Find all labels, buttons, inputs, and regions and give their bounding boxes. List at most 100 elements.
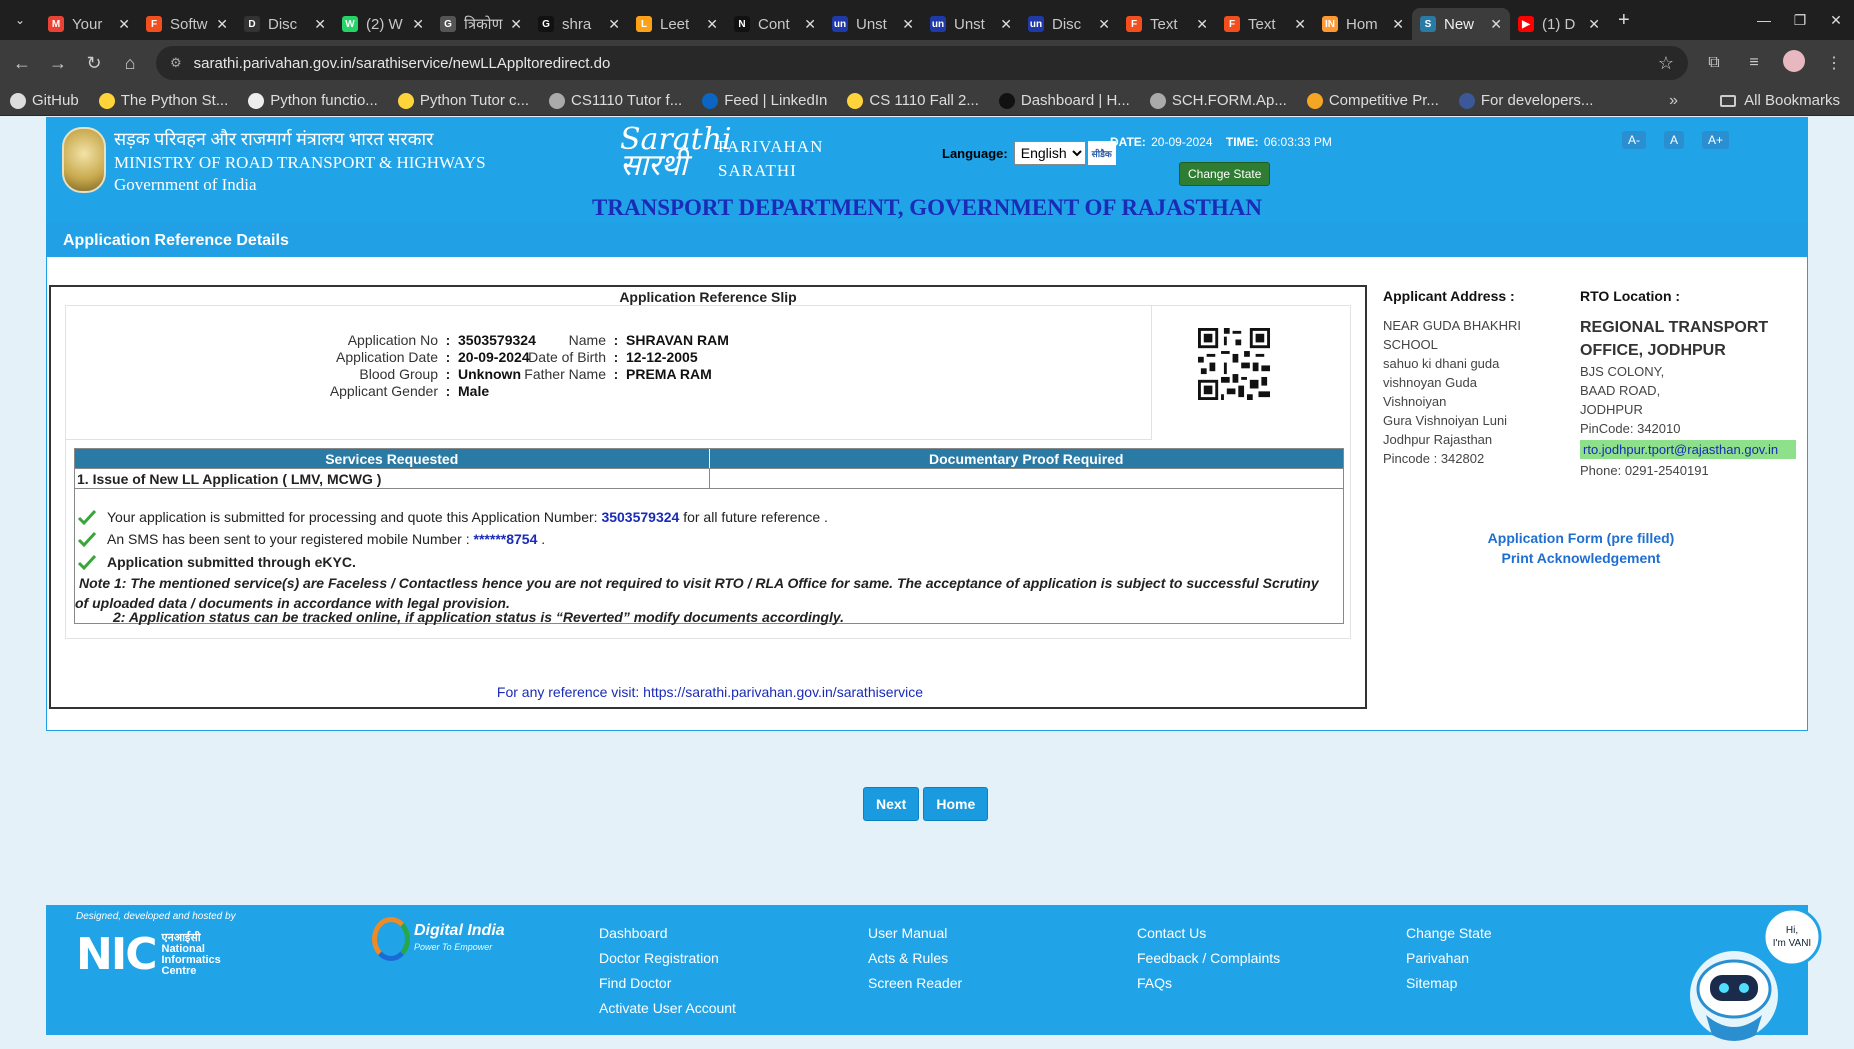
tab-close-icon[interactable]: ✕ <box>706 16 718 33</box>
bookmark-item[interactable]: Python functio... <box>248 92 378 109</box>
browser-tab[interactable]: un Disc ✕ <box>1020 8 1118 40</box>
bookmark-item[interactable]: CS 1110 Fall 2... <box>847 92 979 109</box>
minimize-icon[interactable]: — <box>1746 12 1782 28</box>
rto-email[interactable]: rto.jodhpur.tport@rajasthan.gov.in <box>1580 440 1796 459</box>
menu-icon[interactable]: ⋮ <box>1814 53 1854 73</box>
vani-chatbot-icon[interactable]: Hi, I'm VANI <box>1686 907 1836 1049</box>
bookmark-item[interactable]: Feed | LinkedIn <box>702 92 827 109</box>
browser-tab[interactable]: F Text ✕ <box>1216 8 1314 40</box>
language-select[interactable]: English <box>1013 141 1086 165</box>
tab-close-icon[interactable]: ✕ <box>902 16 914 33</box>
tab-close-icon[interactable]: ✕ <box>1294 16 1306 33</box>
tab-close-icon[interactable]: ✕ <box>1000 16 1012 33</box>
next-button[interactable]: Next <box>863 787 920 821</box>
footer-link[interactable]: User Manual <box>868 921 962 946</box>
restore-icon[interactable]: ❐ <box>1782 12 1818 29</box>
tab-close-icon[interactable]: ✕ <box>1392 16 1404 33</box>
browser-tab[interactable]: S New ✕ <box>1412 8 1510 40</box>
reference-link-text[interactable]: For any reference visit: https://sarathi… <box>51 684 1369 700</box>
browser-tab[interactable]: N Cont ✕ <box>726 8 824 40</box>
browser-tab[interactable]: G त्रिकोण ✕ <box>432 8 530 40</box>
bookmark-item[interactable]: Dashboard | H... <box>998 92 1130 109</box>
footer-link[interactable]: Sitemap <box>1406 971 1492 996</box>
site-info-icon[interactable]: ⚙ <box>170 55 182 71</box>
footer-link[interactable]: Doctor Registration <box>599 946 736 971</box>
bookmark-item[interactable]: Python Tutor c... <box>397 92 529 109</box>
footer-link[interactable]: Feedback / Complaints <box>1137 946 1280 971</box>
browser-tab[interactable]: D Disc ✕ <box>236 8 334 40</box>
browser-tab[interactable]: L Leet ✕ <box>628 8 726 40</box>
print-acknowledgement-link[interactable]: Print Acknowledgement <box>1381 548 1781 568</box>
close-window-icon[interactable]: ✕ <box>1818 12 1854 29</box>
browser-tab[interactable]: W (2) W ✕ <box>334 8 432 40</box>
browser-tab[interactable]: IN Hom ✕ <box>1314 8 1412 40</box>
qr-code <box>1198 328 1270 400</box>
rto-office-name: OFFICE, JODHPUR <box>1580 342 1726 359</box>
tab-favicon-icon: G <box>440 16 456 32</box>
bookmark-item[interactable]: GitHub <box>10 92 79 109</box>
new-tab-button[interactable]: + <box>1618 9 1630 32</box>
bookmark-favicon-icon <box>1149 92 1166 109</box>
tab-close-icon[interactable]: ✕ <box>412 16 424 33</box>
tab-close-icon[interactable]: ✕ <box>1196 16 1208 33</box>
tab-favicon-icon: F <box>1224 16 1240 32</box>
reload-icon[interactable]: ↻ <box>76 53 112 74</box>
forward-icon[interactable]: → <box>40 53 76 74</box>
profile-avatar[interactable] <box>1774 49 1814 77</box>
bookmark-item[interactable]: CS1110 Tutor f... <box>549 92 682 109</box>
national-emblem-icon <box>62 127 106 193</box>
back-icon[interactable]: ← <box>4 53 40 74</box>
browser-tab[interactable]: F Text ✕ <box>1118 8 1216 40</box>
media-icon[interactable]: ≡ <box>1734 54 1774 72</box>
browser-tab[interactable]: F Softw ✕ <box>138 8 236 40</box>
tab-search-button[interactable]: ⌄ <box>0 0 40 40</box>
font-normal-button[interactable]: A <box>1664 131 1685 149</box>
bookmark-item[interactable]: SCH.FORM.Ap... <box>1149 92 1287 109</box>
application-form-link[interactable]: Application Form (pre filled) <box>1381 528 1781 548</box>
tab-close-icon[interactable]: ✕ <box>118 16 130 33</box>
applicant-address: Applicant Address : NEAR GUDA BHAKHRI SCH… <box>1383 288 1543 468</box>
bookmarks-overflow-icon[interactable]: » <box>1669 92 1678 110</box>
tab-close-icon[interactable]: ✕ <box>1490 16 1502 33</box>
web-page: सड़क परिवहन और राजमार्ग मंत्रालय भारत सर… <box>0 117 1854 1048</box>
footer-link[interactable]: Dashboard <box>599 921 736 946</box>
tab-close-icon[interactable]: ✕ <box>1588 16 1600 33</box>
tab-close-icon[interactable]: ✕ <box>510 16 522 33</box>
address-bar[interactable]: ⚙ sarathi.parivahan.gov.in/sarathiservic… <box>156 46 1688 80</box>
footer-link[interactable]: Acts & Rules <box>868 946 962 971</box>
browser-tab[interactable]: Gshra ✕ <box>530 8 628 40</box>
bookmark-item[interactable]: The Python St... <box>98 92 228 109</box>
browser-tab[interactable]: un Unst ✕ <box>922 8 1020 40</box>
browser-tab[interactable]: M Your ✕ <box>40 8 138 40</box>
tab-title: Unst <box>954 15 985 33</box>
extensions-icon[interactable]: ⧉ <box>1694 54 1734 72</box>
footer-link[interactable]: Screen Reader <box>868 971 962 996</box>
footer-link[interactable]: Activate User Account <box>599 996 736 1021</box>
footer-link[interactable]: Find Doctor <box>599 971 736 996</box>
home-button[interactable]: Home <box>923 787 989 821</box>
footer-link[interactable]: Contact Us <box>1137 921 1280 946</box>
bookmark-item[interactable]: Competitive Pr... <box>1306 92 1439 109</box>
font-increase-button[interactable]: A+ <box>1702 131 1730 149</box>
browser-tab[interactable]: un Unst ✕ <box>824 8 922 40</box>
footer-link[interactable]: Parivahan <box>1406 946 1492 971</box>
all-bookmarks-button[interactable]: All Bookmarks <box>1720 92 1840 109</box>
colon: : <box>445 349 451 365</box>
tab-close-icon[interactable]: ✕ <box>804 16 816 33</box>
digital-india-text: Digital India Power To Empower <box>414 923 505 955</box>
font-decrease-button[interactable]: A- <box>1622 131 1646 149</box>
application-no-row: Application No : 3503579324 <box>326 332 536 348</box>
tab-close-icon[interactable]: ✕ <box>314 16 326 33</box>
tab-close-icon[interactable]: ✕ <box>1098 16 1110 33</box>
tab-close-icon[interactable]: ✕ <box>216 16 228 33</box>
footer-link[interactable]: FAQs <box>1137 971 1280 996</box>
home-icon[interactable]: ⌂ <box>112 53 148 74</box>
tab-favicon-icon: un <box>832 16 848 32</box>
change-state-button[interactable]: Change State <box>1179 162 1271 186</box>
checkmark-icon <box>77 554 97 570</box>
footer-link[interactable]: Change State <box>1406 921 1492 946</box>
tab-close-icon[interactable]: ✕ <box>608 16 620 33</box>
bookmark-star-icon[interactable]: ☆ <box>1658 53 1674 74</box>
bookmark-item[interactable]: For developers... <box>1458 92 1593 109</box>
browser-tab[interactable]: ▶ (1) D ✕ <box>1510 8 1608 40</box>
